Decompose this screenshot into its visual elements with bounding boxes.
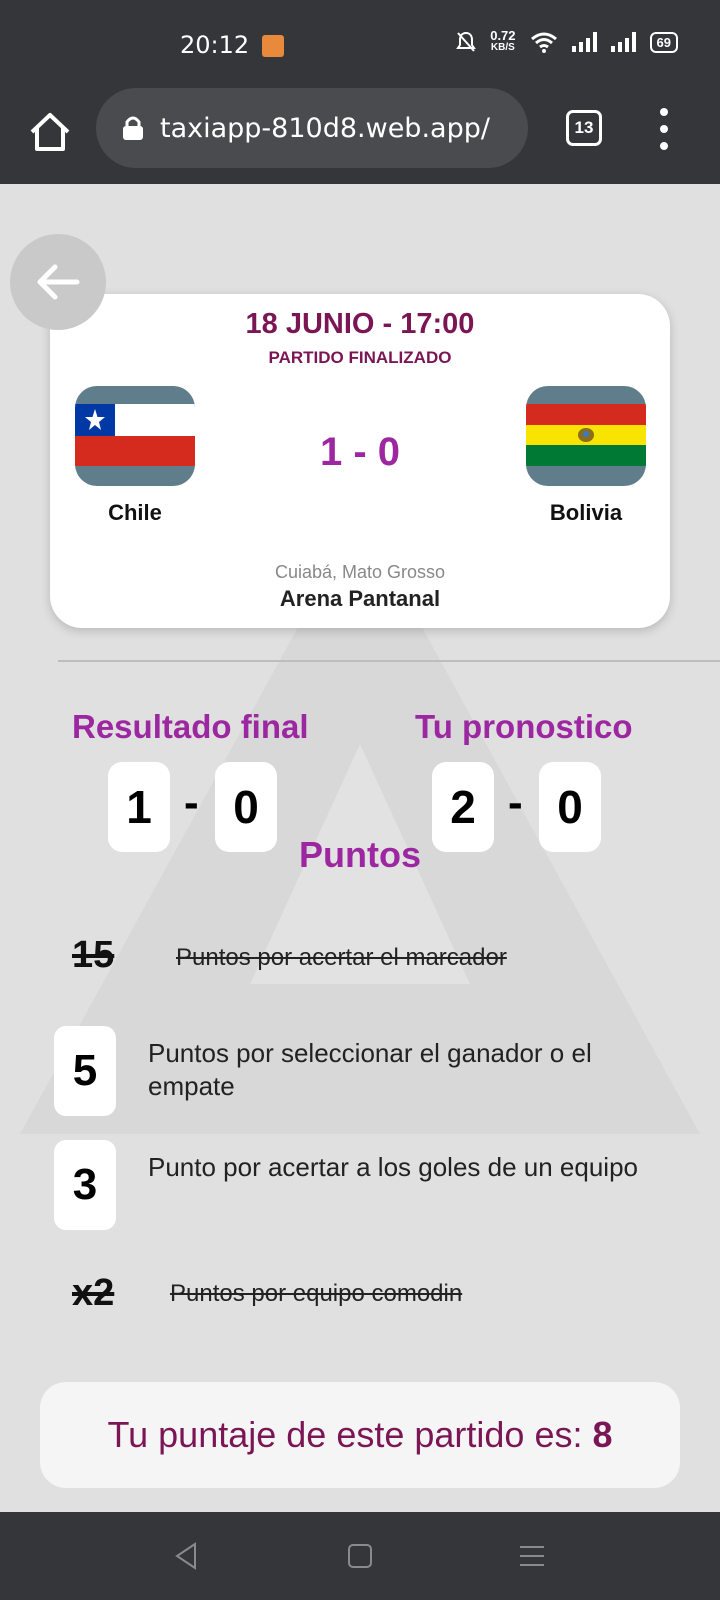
clock: 20:12 bbox=[180, 31, 250, 59]
match-date: 18 JUNIO - 17:00 bbox=[245, 308, 475, 340]
points-value: 15 bbox=[72, 934, 115, 976]
network-speed: 0.72 KB/S bbox=[490, 28, 516, 54]
lock-icon bbox=[123, 116, 143, 140]
total-score-card: Tu puntaje de este partido es: 8 bbox=[40, 1382, 680, 1488]
back-button[interactable] bbox=[10, 234, 106, 330]
match-status: PARTIDO FINALIZADO bbox=[268, 348, 452, 367]
away-team-name: Bolivia bbox=[549, 500, 623, 525]
total-score-label: Tu puntaje de este partido es: bbox=[107, 1414, 583, 1455]
prediction-label: Tu pronostico bbox=[415, 708, 633, 745]
nav-back-button[interactable] bbox=[166, 1538, 206, 1574]
home-button[interactable] bbox=[26, 108, 74, 156]
mute-icon bbox=[456, 31, 477, 52]
wifi-icon bbox=[530, 32, 557, 53]
points-row-winner: 5 Puntos por seleccionar el ganador o el… bbox=[54, 1026, 674, 1116]
app-notification-icon bbox=[262, 35, 284, 57]
browser-toolbar: taxiapp-810d8.web.app/ 13 bbox=[0, 88, 720, 184]
points-description: Puntos por acertar el marcador bbox=[176, 944, 507, 971]
points-row-wildcard: x2 Puntos por equipo comodin bbox=[54, 1272, 674, 1322]
points-row-team-goals: 3 Punto por acertar a los goles de un eq… bbox=[54, 1140, 674, 1230]
match-stadium: Arena Pantanal bbox=[279, 586, 441, 611]
points-value: x2 bbox=[72, 1272, 115, 1314]
home-team-name: Chile bbox=[108, 500, 162, 525]
arrow-back-icon bbox=[37, 264, 80, 300]
points-row-exact-score: 15 Puntos por acertar el marcador bbox=[54, 934, 674, 984]
nav-recents-button[interactable] bbox=[512, 1538, 552, 1574]
tabs-button[interactable]: 13 bbox=[566, 110, 602, 146]
nav-back-icon bbox=[175, 1542, 196, 1570]
system-nav-bar bbox=[0, 1512, 720, 1600]
points-value: 5 bbox=[54, 1026, 116, 1116]
prediction-score-dash: - bbox=[508, 778, 523, 827]
network-speed-value: 0.72 bbox=[490, 28, 516, 43]
tab-count: 13 bbox=[574, 118, 594, 137]
home-icon bbox=[30, 113, 70, 151]
battery-icon: 69 bbox=[649, 31, 678, 53]
final-score-dash: - bbox=[184, 778, 199, 827]
match-card: 18 JUNIO - 17:00 PARTIDO FINALIZADO Chil… bbox=[50, 294, 670, 628]
main-content: 18 JUNIO - 17:00 PARTIDO FINALIZADO Chil… bbox=[0, 184, 720, 1512]
points-description: Puntos por seleccionar el ganador o el e… bbox=[148, 1038, 592, 1101]
nav-home-icon bbox=[348, 1544, 372, 1568]
points-description: Punto por acertar a los goles de un equi… bbox=[148, 1152, 639, 1182]
section-divider bbox=[58, 660, 720, 662]
more-vert-icon[interactable] bbox=[656, 108, 672, 150]
status-bar: 20:12 0.72 KB/S 69 bbox=[0, 0, 720, 88]
points-title: Puntos bbox=[299, 834, 421, 875]
total-score-value: 8 bbox=[592, 1414, 613, 1455]
status-icons: 0.72 KB/S 69 bbox=[456, 28, 678, 54]
url-bar[interactable]: taxiapp-810d8.web.app/ bbox=[96, 88, 528, 168]
final-result-label: Resultado final bbox=[72, 708, 309, 745]
network-speed-unit: KB/S bbox=[490, 42, 515, 53]
points-description: Puntos por equipo comodin bbox=[170, 1280, 463, 1307]
match-city: Cuiabá, Mato Grosso bbox=[274, 562, 446, 582]
nav-menu-icon bbox=[520, 1546, 544, 1566]
signal-icon bbox=[571, 32, 597, 52]
signal-icon bbox=[610, 32, 636, 52]
points-value: 3 bbox=[54, 1140, 116, 1230]
nav-home-button[interactable] bbox=[340, 1538, 380, 1574]
url-text: taxiapp-810d8.web.app/ bbox=[160, 112, 490, 144]
bolivia-flag bbox=[526, 386, 646, 486]
